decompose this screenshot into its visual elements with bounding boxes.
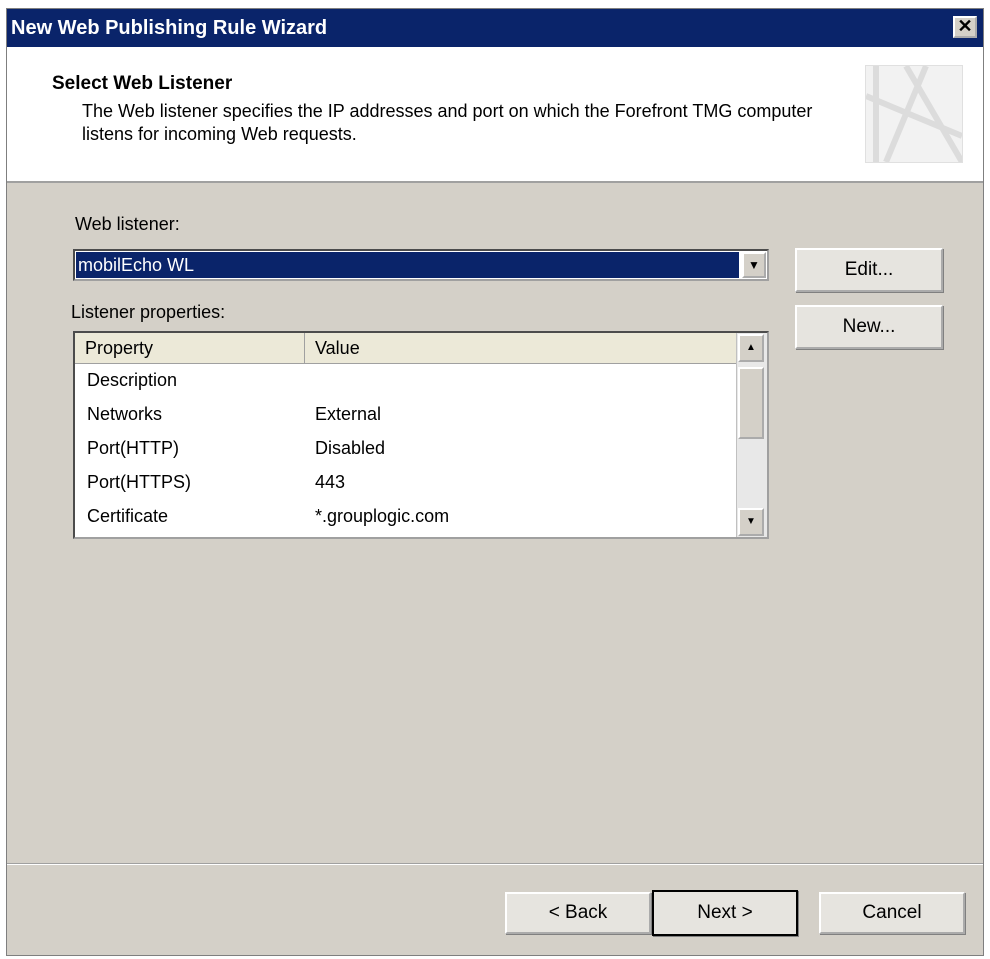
table-row[interactable]: Description [75, 363, 739, 397]
back-button[interactable]: < Back [505, 892, 651, 934]
property-cell: Networks [87, 404, 163, 424]
table-row[interactable]: Certificate *.grouplogic.com [75, 499, 739, 533]
table-row[interactable]: Port(HTTPS) 443 [75, 465, 739, 499]
page-title: Select Web Listener [52, 73, 233, 94]
wizard-header: Select Web Listener The Web listener spe… [7, 47, 983, 183]
wizard-logo-icon [864, 64, 965, 164]
dropdown-arrow-icon[interactable]: ▼ [742, 252, 766, 278]
window-title: New Web Publishing Rule Wizard [11, 17, 328, 39]
web-listener-select[interactable]: mobilEcho WL ▼ [73, 249, 769, 281]
value-cell: 443 [315, 472, 346, 492]
vertical-scrollbar[interactable]: ▲ ▼ [736, 333, 767, 537]
listener-properties-label: Listener properties: [71, 302, 226, 322]
close-button[interactable]: ✕ [953, 16, 977, 38]
cancel-button[interactable]: Cancel [819, 892, 965, 934]
column-header-property[interactable]: Property [75, 333, 305, 363]
column-header-value[interactable]: Value [305, 333, 739, 363]
listener-properties-table[interactable]: Property Value Description Networks Exte… [73, 331, 769, 539]
value-cell: External [315, 404, 382, 424]
table-header: Property Value [75, 333, 739, 364]
property-cell: Port(HTTPS) [87, 472, 192, 492]
table-row[interactable]: Networks External [75, 397, 739, 431]
scroll-up-icon[interactable]: ▲ [738, 334, 764, 362]
edit-button[interactable]: Edit... [795, 248, 943, 292]
web-listener-value: mobilEcho WL [76, 252, 739, 278]
value-cell: Disabled [315, 438, 386, 458]
property-cell: Certificate [87, 506, 169, 526]
wizard-window: New Web Publishing Rule Wizard ✕ Select … [6, 8, 984, 956]
web-listener-label: Web listener: [75, 214, 180, 234]
title-bar: New Web Publishing Rule Wizard ✕ [7, 9, 983, 47]
footer-divider [7, 863, 983, 865]
table-row[interactable]: Port(HTTP) Disabled [75, 431, 739, 465]
scroll-thumb[interactable] [738, 367, 764, 439]
new-button[interactable]: New... [795, 305, 943, 349]
property-cell: Port(HTTP) [87, 438, 179, 458]
property-cell: Description [87, 370, 178, 390]
page-description: The Web listener specifies the IP addres… [82, 101, 813, 144]
value-cell: *.grouplogic.com [315, 506, 450, 526]
scroll-down-icon[interactable]: ▼ [738, 508, 764, 536]
close-icon: ✕ [957, 16, 973, 36]
next-button[interactable]: Next > [652, 890, 798, 936]
